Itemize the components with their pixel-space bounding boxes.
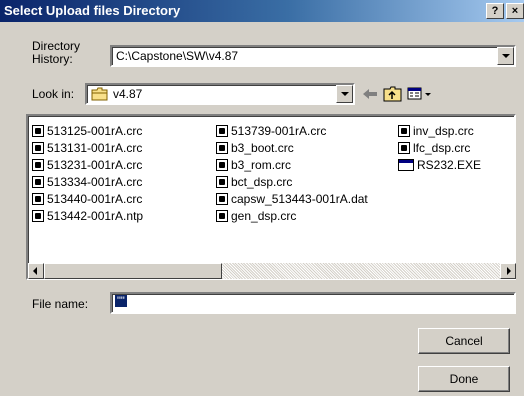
- directory-history-value: C:\Capstone\SW\v4.87: [116, 49, 239, 63]
- file-item[interactable]: 513131-001rA.crc: [32, 139, 142, 156]
- file-icon: [216, 209, 228, 222]
- file-item[interactable]: 513739-001rA.crc: [216, 122, 326, 139]
- file-icon: [216, 141, 228, 154]
- look-in-dropdown-button[interactable]: [336, 85, 353, 103]
- file-icon: [216, 158, 228, 171]
- file-item[interactable]: 513334-001rA.crc: [32, 173, 142, 190]
- arrow-right-icon: [507, 267, 511, 275]
- look-in-label: Look in:: [32, 87, 75, 101]
- file-item[interactable]: RS232.EXE: [398, 156, 481, 173]
- directory-history-dropdown-button[interactable]: [497, 47, 514, 65]
- look-in-combo[interactable]: v4.87: [85, 83, 355, 105]
- exe-file-icon: [398, 158, 414, 171]
- file-item[interactable]: gen_dsp.crc: [216, 207, 296, 224]
- scroll-right-button[interactable]: [500, 263, 516, 279]
- horizontal-scrollbar[interactable]: [28, 263, 516, 279]
- close-button[interactable]: ×: [506, 3, 524, 19]
- file-name-input[interactable]: "": [110, 292, 516, 314]
- file-item[interactable]: lfc_dsp.crc: [398, 139, 470, 156]
- folder-icon: [91, 87, 108, 101]
- file-item[interactable]: b3_boot.crc: [216, 139, 294, 156]
- scroll-thumb[interactable]: [44, 263, 222, 279]
- file-item[interactable]: 513125-001rA.crc: [32, 122, 142, 139]
- view-menu-icon[interactable]: [407, 86, 435, 102]
- file-item[interactable]: 513440-001rA.crc: [32, 190, 142, 207]
- file-item[interactable]: 513442-001rA.ntp: [32, 207, 143, 224]
- file-icon: [32, 124, 44, 137]
- title-bar[interactable]: Select Upload files Directory ? ×: [0, 0, 524, 22]
- file-name-value: "": [115, 295, 127, 307]
- look-in-value: v4.87: [113, 87, 143, 101]
- file-icon: [32, 209, 44, 222]
- window-title: Select Upload files Directory: [4, 3, 181, 18]
- directory-history-label: Directory History:: [32, 39, 81, 66]
- file-icon: [32, 158, 44, 171]
- file-icon: [216, 175, 228, 188]
- file-item[interactable]: capsw_513443-001rA.dat: [216, 190, 368, 207]
- help-button[interactable]: ?: [486, 3, 504, 19]
- file-icon: [216, 192, 228, 205]
- up-folder-icon[interactable]: [383, 85, 403, 103]
- directory-history-combo[interactable]: C:\Capstone\SW\v4.87: [110, 45, 516, 67]
- arrow-left-icon: [33, 267, 37, 275]
- file-item[interactable]: bct_dsp.crc: [216, 173, 292, 190]
- file-icon: [398, 124, 410, 137]
- file-item[interactable]: 513231-001rA.crc: [32, 156, 142, 173]
- file-icon: [216, 124, 228, 137]
- file-item[interactable]: inv_dsp.crc: [398, 122, 474, 139]
- file-list[interactable]: 513125-001rA.crc 513131-001rA.crc 513231…: [26, 114, 516, 280]
- cancel-button[interactable]: Cancel: [418, 328, 510, 354]
- file-icon: [32, 141, 44, 154]
- file-item[interactable]: b3_rom.crc: [216, 156, 291, 173]
- file-icon: [32, 175, 44, 188]
- file-icon: [398, 141, 410, 154]
- done-button[interactable]: Done: [418, 366, 510, 392]
- scroll-left-button[interactable]: [28, 263, 44, 279]
- back-arrow-icon[interactable]: [361, 87, 379, 101]
- file-name-label: File name:: [32, 297, 89, 311]
- file-icon: [32, 192, 44, 205]
